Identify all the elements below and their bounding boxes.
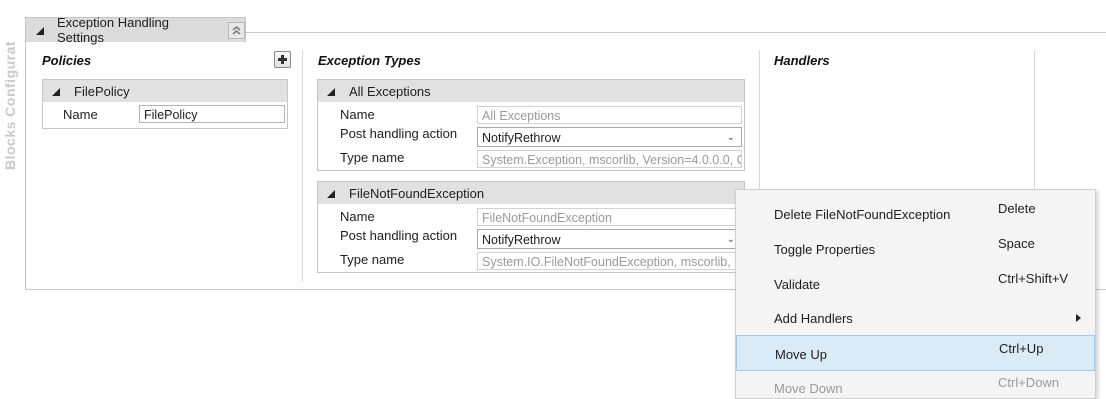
expand-triangle-icon[interactable] bbox=[36, 27, 44, 35]
menu-item-label: Move Up bbox=[775, 347, 828, 362]
exception-node-title: All Exceptions bbox=[349, 83, 431, 99]
menu-item-label: Move Down bbox=[774, 381, 843, 396]
blocks-configuration-label: Blocks Configurat bbox=[2, 40, 18, 170]
policy-node-title: FilePolicy bbox=[74, 83, 130, 99]
exception-name-field[interactable]: All Exceptions bbox=[477, 106, 742, 124]
section-title: Exception Handling Settings bbox=[57, 15, 170, 45]
chevron-down-icon: ⌄ bbox=[726, 132, 735, 143]
menu-item-shortcut: Ctrl+Shift+V bbox=[998, 271, 1069, 286]
post-handling-action-select[interactable]: NotifyRethrow ⌄ bbox=[477, 127, 742, 147]
exception-name-label: Name bbox=[340, 107, 375, 122]
menu-item-move-up[interactable]: Move Up Ctrl+Up bbox=[736, 335, 1095, 371]
context-menu: Delete FileNotFoundException Delete Togg… bbox=[735, 189, 1096, 399]
exception-node-title: FileNotFoundException bbox=[349, 185, 485, 201]
menu-item-label: Toggle Properties bbox=[774, 242, 876, 257]
collapse-triangle-icon[interactable] bbox=[52, 88, 60, 96]
section-header[interactable]: Exception Handling Settings bbox=[25, 15, 246, 45]
exception-node-properties: Name FileNotFoundException Post handling… bbox=[317, 204, 745, 273]
menu-item-shortcut: Delete bbox=[998, 201, 1036, 216]
menu-item-add-handlers[interactable]: Add Handlers bbox=[736, 300, 1095, 336]
menu-item-toggle-properties[interactable]: Toggle Properties Space bbox=[736, 231, 1095, 267]
exception-node-properties: Name All Exceptions Post handling action… bbox=[317, 102, 745, 171]
post-handling-action-select[interactable]: NotifyRethrow ⌄ bbox=[477, 229, 742, 249]
policy-node-header[interactable]: FilePolicy bbox=[42, 79, 288, 103]
post-handling-action-value: NotifyRethrow bbox=[482, 233, 561, 247]
menu-item-shortcut: Ctrl+Up bbox=[999, 341, 1044, 356]
handlers-column-title: Handlers bbox=[774, 53, 830, 68]
menu-item-label: Add Handlers bbox=[774, 311, 853, 326]
double-chevron-up-icon[interactable] bbox=[228, 21, 245, 39]
type-name-field[interactable]: System.IO.FileNotFoundException, mscorli… bbox=[477, 252, 742, 270]
menu-item-shortcut: Space bbox=[998, 236, 1035, 251]
menu-item-shortcut: Ctrl+Down bbox=[998, 375, 1060, 390]
type-name-label: Type name bbox=[340, 252, 405, 267]
add-policy-button[interactable] bbox=[274, 51, 291, 68]
chevron-down-icon: ⌄ bbox=[726, 234, 735, 245]
exception-node-header[interactable]: All Exceptions bbox=[317, 79, 745, 103]
policy-name-field[interactable]: FilePolicy bbox=[139, 105, 285, 123]
menu-item-validate[interactable]: Validate Ctrl+Shift+V bbox=[736, 266, 1095, 302]
type-name-field[interactable]: System.Exception, mscorlib, Version=4.0.… bbox=[477, 150, 742, 168]
post-handling-action-label: Post handling action bbox=[340, 126, 458, 141]
collapse-triangle-icon[interactable] bbox=[327, 88, 335, 96]
collapse-triangle-icon[interactable] bbox=[327, 190, 335, 198]
menu-item-delete[interactable]: Delete FileNotFoundException Delete bbox=[736, 196, 1095, 232]
policy-name-label: Name bbox=[63, 107, 98, 122]
exception-name-field[interactable]: FileNotFoundException bbox=[477, 208, 742, 226]
menu-item-label: Validate bbox=[774, 277, 821, 292]
plus-icon bbox=[278, 55, 287, 64]
policies-column-title: Policies bbox=[42, 53, 92, 68]
menu-item-label: Delete FileNotFoundException bbox=[774, 207, 951, 222]
exception-name-label: Name bbox=[340, 209, 375, 224]
post-handling-action-value: NotifyRethrow bbox=[482, 131, 561, 145]
submenu-arrow-icon bbox=[1076, 314, 1081, 322]
policy-node-properties: Name FilePolicy bbox=[42, 102, 288, 129]
post-handling-action-label: Post handling action bbox=[340, 228, 458, 243]
type-name-label: Type name bbox=[340, 150, 405, 165]
menu-item-move-down[interactable]: Move Down Ctrl+Down bbox=[736, 370, 1095, 398]
exception-node-header[interactable]: FileNotFoundException bbox=[317, 181, 745, 205]
column-divider bbox=[302, 50, 303, 282]
exception-types-column-title: Exception Types bbox=[318, 53, 421, 68]
